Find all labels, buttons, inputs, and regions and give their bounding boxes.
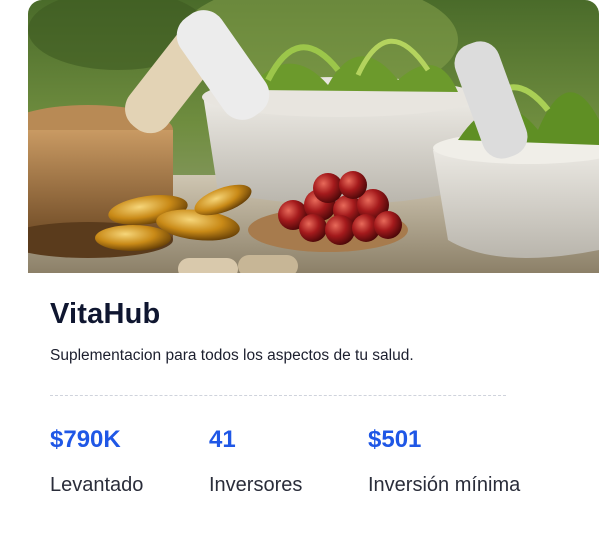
stat-min-investment: $501 Inversión mínima: [368, 422, 520, 498]
stat-raised-label: Levantado: [50, 474, 144, 496]
divider: [50, 395, 506, 396]
stat-investors: 41 Inversores: [209, 422, 302, 498]
stat-raised-value: $790K: [50, 426, 121, 453]
stat-min-investment-label: Inversión mínima: [368, 474, 521, 496]
stat-investors-value: 41: [209, 426, 236, 453]
project-title: VitaHub: [50, 298, 161, 330]
stat-investors-label: Inversores: [209, 474, 303, 496]
stat-raised: $790K Levantado: [50, 422, 143, 498]
stat-min-investment-value: $501: [368, 426, 422, 453]
project-card[interactable]: VitaHub Suplementacion para todos los as…: [28, 0, 599, 560]
project-description: Suplementacion para todos los aspectos d…: [50, 347, 414, 364]
hero-image: [28, 0, 599, 273]
